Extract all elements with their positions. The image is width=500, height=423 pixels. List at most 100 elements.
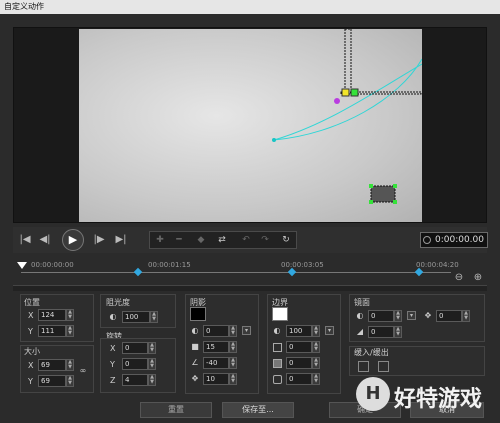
position-title: 位置	[24, 298, 40, 307]
step-forward-icon[interactable]: |▶	[92, 233, 106, 247]
border-softness-stepper[interactable]: ▲ ▼	[312, 357, 320, 369]
border-softness-icon	[273, 359, 282, 368]
size-x-stepper[interactable]: ▲ ▼	[66, 359, 74, 371]
skip-start-icon[interactable]: |◀	[18, 233, 32, 247]
size-y-stepper[interactable]: ▲ ▼	[66, 375, 74, 387]
border-dropdown[interactable]: ▾	[325, 326, 334, 335]
window-title: 自定义动作	[0, 0, 500, 14]
shadow-angle-icon: ∠	[191, 358, 199, 367]
shadow-opacity-stepper[interactable]: ▲ ▼	[229, 325, 237, 337]
next-keyframe-icon[interactable]: ↷	[257, 233, 273, 247]
rotation-z-stepper[interactable]: ▲ ▼	[148, 374, 156, 386]
mirror-dropdown[interactable]: ▾	[407, 311, 416, 320]
remove-keyframe-icon[interactable]: ━	[171, 233, 187, 247]
reset-button[interactable]: 重置	[140, 402, 212, 418]
size-title: 大小	[24, 347, 40, 356]
border-width-field[interactable]: 0	[286, 341, 312, 353]
opacity-icon: ◐	[109, 312, 117, 321]
mirror-fade-icon: ◢	[356, 327, 364, 336]
fade-title: 缓入/缓出	[354, 348, 389, 357]
border-width-stepper[interactable]: ▲ ▼	[312, 341, 320, 353]
preview-canvas[interactable]	[79, 29, 422, 222]
shadow-distance-stepper[interactable]: ▲ ▼	[229, 373, 237, 385]
play-button[interactable]: ▶	[62, 229, 84, 251]
keyframe-marker[interactable]	[287, 267, 297, 277]
watermark-text: 好特游戏	[394, 387, 483, 412]
timeline-scrollbar[interactable]	[13, 285, 487, 291]
mirror-fade-field[interactable]: 0	[368, 326, 394, 338]
shadow-angle-stepper[interactable]: ▲ ▼	[229, 357, 237, 369]
rotation-x-label: X	[110, 344, 116, 353]
border-color-swatch[interactable]	[272, 307, 288, 321]
invert-keyframe-icon[interactable]: ◆	[193, 233, 209, 247]
link-aspect-icon[interactable]: ∞	[78, 366, 88, 376]
object-handle[interactable]	[350, 88, 359, 97]
border-opacity-stepper[interactable]: ▲ ▼	[312, 325, 320, 337]
pivot-point[interactable]	[334, 98, 340, 104]
mirror-fade-stepper[interactable]: ▲ ▼	[394, 326, 402, 338]
border-width-icon	[273, 343, 282, 352]
shadow-blur-stepper[interactable]: ▲ ▼	[229, 341, 237, 353]
rotation-z-field[interactable]: 4	[122, 374, 148, 386]
ruler-label: 00:00:01:15	[148, 261, 191, 269]
shadow-dropdown[interactable]: ▾	[242, 326, 251, 335]
mirror-move-icon: ✥	[424, 311, 432, 320]
keyframe-marker[interactable]	[133, 267, 143, 277]
anchor-handle[interactable]	[341, 88, 350, 97]
shadow-angle-field[interactable]: -40	[203, 357, 229, 369]
rotation-y-field[interactable]: 0	[122, 358, 148, 370]
shadow-distance-icon: ✥	[191, 374, 199, 383]
border-corner-stepper[interactable]: ▲ ▼	[312, 373, 320, 385]
position-y-stepper[interactable]: ▲ ▼	[66, 325, 74, 337]
size-x-label: X	[28, 361, 34, 370]
skip-end-icon[interactable]: ▶|	[114, 233, 128, 247]
zoom-in-icon[interactable]: ⊕	[472, 272, 484, 284]
rotation-x-stepper[interactable]: ▲ ▼	[148, 342, 156, 354]
rotation-y-stepper[interactable]: ▲ ▼	[148, 358, 156, 370]
timeline-ruler[interactable]: 00:00:00:00 00:00:01:15 00:00:03:05 00:0…	[13, 258, 487, 282]
shadow-distance-field[interactable]: 10	[203, 373, 229, 385]
swap-keyframe-icon[interactable]: ⇄	[214, 233, 230, 247]
shadow-color-swatch[interactable]	[190, 307, 206, 321]
ease-out-icon[interactable]	[378, 361, 389, 372]
position-x-field[interactable]: 124	[38, 309, 66, 321]
mirror-offset-field[interactable]: 0	[436, 310, 462, 322]
size-x-field[interactable]: 69	[38, 359, 66, 371]
zoom-out-icon[interactable]: ⊖	[453, 272, 465, 284]
rotation-x-field[interactable]: 0	[122, 342, 148, 354]
shadow-opacity-field[interactable]: 0	[203, 325, 229, 337]
opacity-stepper[interactable]: ▲ ▼	[150, 311, 158, 323]
mirror-opacity-stepper[interactable]: ▲ ▼	[394, 310, 402, 322]
border-opacity-icon: ◐	[273, 326, 281, 335]
rotation-y-label: Y	[110, 360, 115, 369]
rotation-z-label: Z	[110, 376, 116, 385]
ruler-label: 00:00:00:00	[31, 261, 74, 269]
mirror-opacity-field[interactable]: 0	[368, 310, 394, 322]
prev-keyframe-icon[interactable]: ↶	[238, 233, 254, 247]
step-back-icon[interactable]: ◀|	[38, 233, 52, 247]
position-y-field[interactable]: 111	[38, 325, 66, 337]
opacity-title: 阻光度	[106, 298, 130, 307]
border-opacity-field[interactable]: 100	[286, 325, 312, 337]
save-to-button[interactable]: 保存至...	[222, 402, 294, 418]
size-y-label: Y	[28, 377, 33, 386]
opacity-field[interactable]: 100	[122, 311, 150, 323]
ease-in-icon[interactable]	[358, 361, 369, 372]
size-y-field[interactable]: 69	[38, 375, 66, 387]
path-start-point[interactable]	[272, 138, 276, 142]
mirror-opacity-icon: ◐	[356, 311, 364, 320]
border-softness-field[interactable]: 0	[286, 357, 312, 369]
shadow-blur-field[interactable]: 15	[203, 341, 229, 353]
end-object[interactable]	[370, 185, 396, 203]
watermark-logo: H	[356, 377, 390, 411]
position-x-stepper[interactable]: ▲ ▼	[66, 309, 74, 321]
keyframe-marker[interactable]	[414, 267, 424, 277]
motion-path	[272, 29, 422, 204]
site-watermark: H 好特游戏	[356, 373, 498, 415]
border-corner-field[interactable]: 0	[286, 373, 312, 385]
mirror-offset-stepper[interactable]: ▲ ▼	[462, 310, 470, 322]
rotate-keyframe-icon[interactable]: ↻	[278, 233, 294, 247]
add-keyframe-icon[interactable]: ✚	[152, 233, 168, 247]
ruler-label: 00:00:03:05	[281, 261, 324, 269]
playhead[interactable]	[17, 262, 27, 269]
